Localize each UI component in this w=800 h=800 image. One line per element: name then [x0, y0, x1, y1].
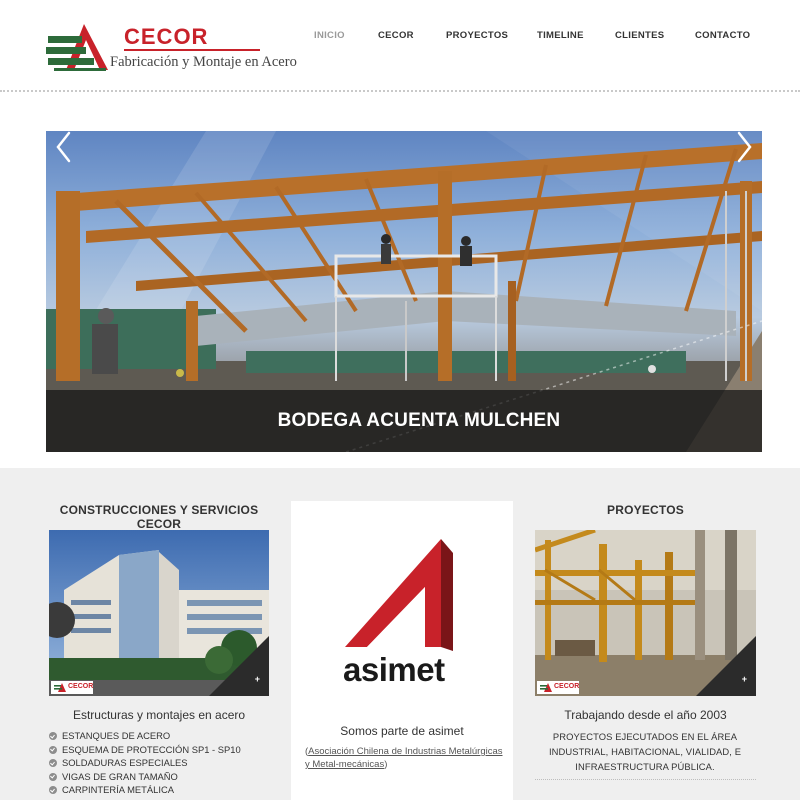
- list-item: VIGAS DE GRAN TAMAÑO: [49, 770, 269, 784]
- nav-item-timeline[interactable]: TIMELINE: [537, 30, 584, 41]
- cecor-watermark: CECOR: [537, 681, 579, 694]
- header-divider: [0, 90, 800, 94]
- right-column-title: PROYECTOS: [607, 503, 684, 517]
- cecor-mini-mark-icon: [54, 683, 66, 692]
- plus-icon[interactable]: +: [255, 674, 260, 684]
- asimet-card: asimet Somos parte de asimet (Asociación…: [291, 501, 513, 800]
- cecor-mini-mark-icon: [540, 683, 552, 692]
- list-item: ESQUEMA DE PROTECCIÓN SP1 - SP10: [49, 743, 269, 757]
- steel-structure-project-photo[interactable]: + CECOR: [535, 530, 756, 696]
- list-item: SOLDADURAS ESPECIALES: [49, 756, 269, 770]
- left-column-title: CONSTRUCCIONES Y SERVICIOS CECOR: [59, 503, 259, 531]
- right-column-subtitle: Trabajando desde el año 2003: [564, 708, 727, 722]
- list-item-text: ESQUEMA DE PROTECCIÓN SP1 - SP10: [62, 743, 241, 755]
- nav-item-inicio[interactable]: INICIO: [314, 30, 345, 41]
- list-item: ESTANQUES DE ACERO: [49, 729, 269, 743]
- nav-item-clientes[interactable]: CLIENTES: [615, 30, 664, 41]
- projects-description: PROYECTOS EJECUTADOS EN EL ÁREA INDUSTRI…: [548, 731, 742, 772]
- slider-caption: BODEGA ACUENTA MULCHEN: [277, 410, 561, 431]
- check-icon: [49, 772, 57, 781]
- nav-item-proyectos[interactable]: PROYECTOS: [446, 30, 508, 41]
- logo-tagline: Fabricación y Montaje en Acero: [110, 54, 297, 70]
- asimet-note: (Asociación Chilena de Industrias Metalú…: [305, 745, 505, 771]
- hero-slider[interactable]: BODEGA ACUENTA MULCHEN: [46, 131, 762, 452]
- photo-corner-overlay: [696, 636, 756, 696]
- plus-icon[interactable]: +: [742, 674, 747, 684]
- left-column-subtitle: Estructuras y montajes en acero: [72, 708, 246, 722]
- list-item-text: VIGAS DE GRAN TAMAÑO: [62, 770, 178, 782]
- watermark-text: CECOR: [68, 683, 94, 690]
- photo-corner-overlay: [209, 636, 269, 696]
- cecor-logo[interactable]: CECOR Fabricación y Montaje en Acero: [46, 22, 297, 74]
- nav-item-cecor[interactable]: CECOR: [378, 30, 414, 41]
- projects-divider: [535, 779, 756, 780]
- check-icon: [49, 786, 57, 794]
- chevron-right-icon[interactable]: [736, 131, 754, 163]
- note-paren-close: ): [384, 759, 388, 770]
- list-item-text: CARPINTERÍA METÁLICA: [62, 784, 175, 795]
- logo-underline: [124, 49, 260, 51]
- nav-item-contacto[interactable]: CONTACTO: [695, 30, 750, 41]
- logo-brand-name: CECOR: [124, 24, 209, 49]
- list-item-text: SOLDADURAS ESPECIALES: [62, 757, 188, 768]
- check-icon: [49, 732, 57, 740]
- check-icon: [49, 745, 57, 754]
- check-icon: [49, 759, 57, 767]
- asimet-logo-text: asimet: [343, 651, 445, 688]
- cecor-logo-mark-icon: [46, 24, 108, 71]
- cecor-watermark: CECOR: [51, 681, 93, 694]
- main-nav: INICIO CECOR PROYECTOS TIMELINE CLIENTES…: [300, 30, 760, 44]
- services-list: ESTANQUES DE ACERO ESQUEMA DE PROTECCIÓN…: [49, 729, 269, 797]
- list-item: CARPINTERÍA METÁLICA: [49, 783, 269, 797]
- list-item-text: ESTANQUES DE ACERO: [62, 730, 171, 741]
- asimet-link[interactable]: Asociación Chilena de Industrias Metalúr…: [305, 746, 503, 770]
- watermark-text: CECOR: [554, 683, 580, 690]
- site-header: CECOR Fabricación y Montaje en Acero INI…: [0, 0, 800, 92]
- chevron-left-icon[interactable]: [54, 131, 72, 163]
- office-buildings-photo[interactable]: + CECOR: [49, 530, 269, 696]
- asimet-subtitle: Somos parte de asimet: [340, 724, 464, 738]
